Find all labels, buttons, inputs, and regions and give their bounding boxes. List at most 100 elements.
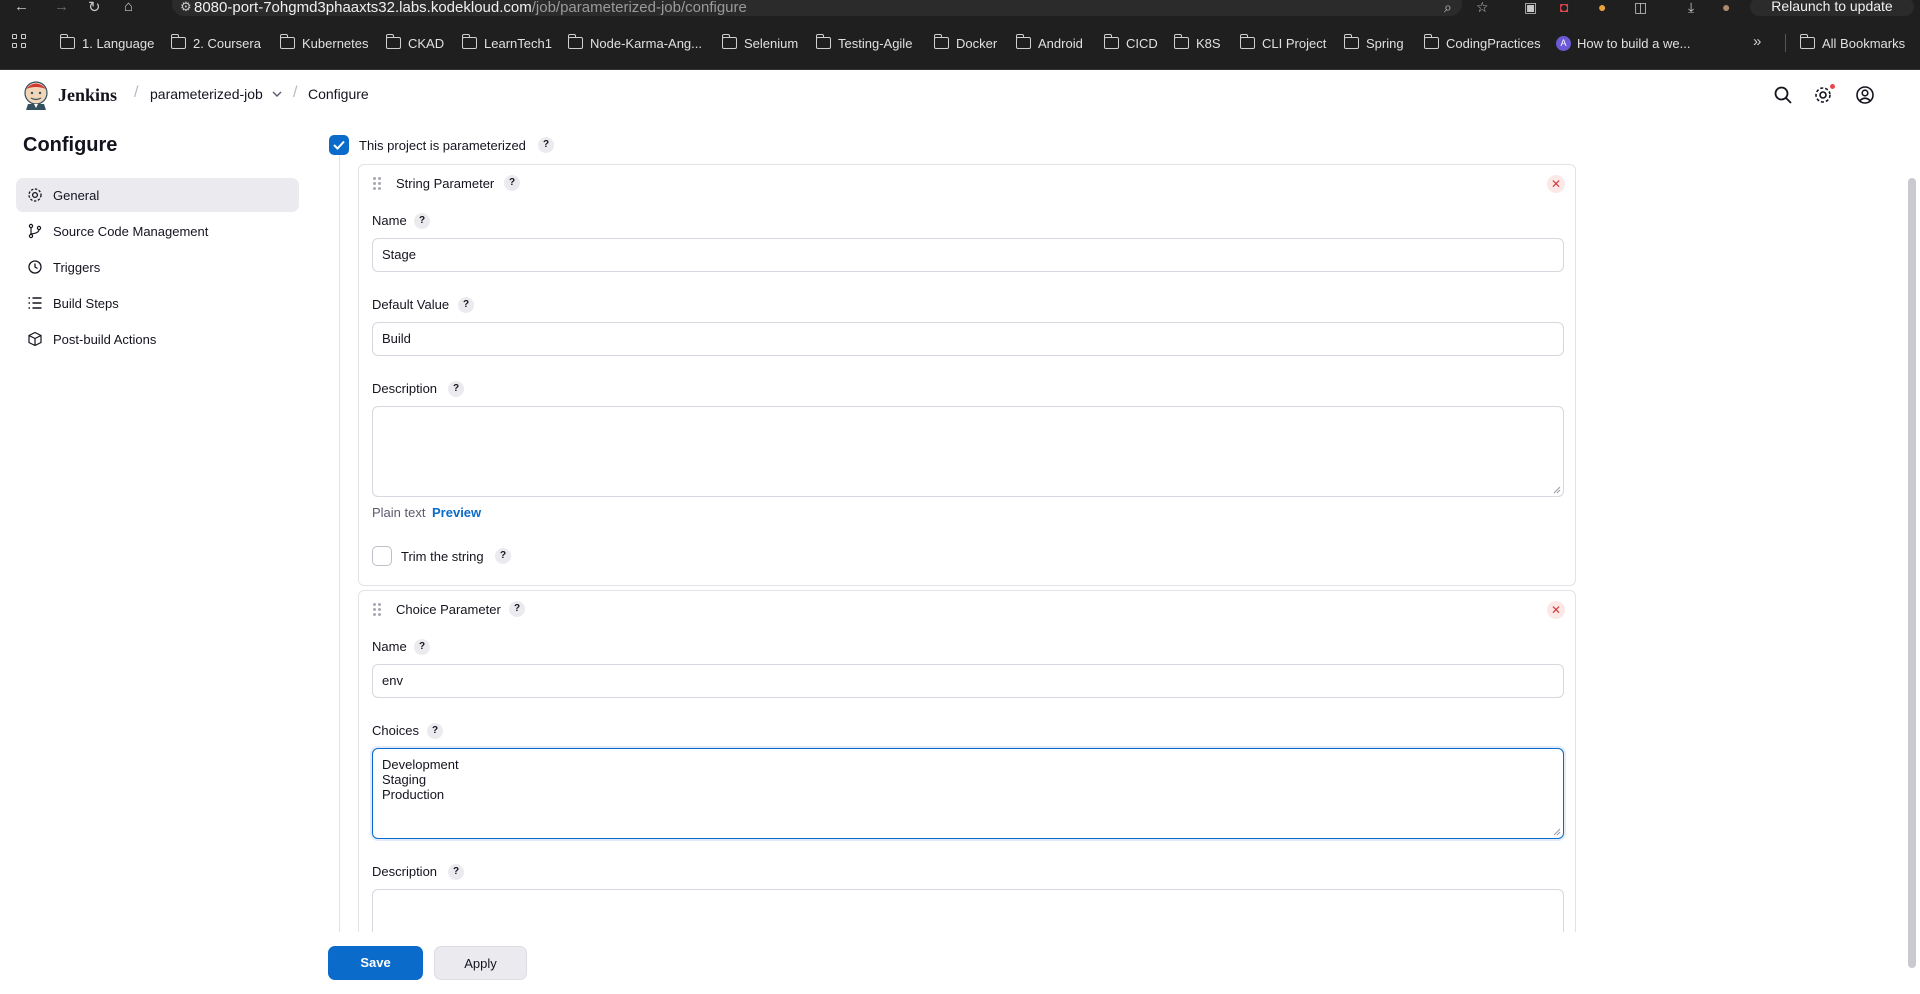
- address-bar[interactable]: ⚙ 8080-port-7ohgmd3phaaxts32.labs.kodekl…: [172, 0, 1462, 16]
- extensions-icon[interactable]: ◫: [1634, 0, 1647, 16]
- folder-icon: [170, 34, 186, 49]
- chevron-down-icon[interactable]: [272, 89, 282, 99]
- bookmark-4[interactable]: CKAD: [385, 34, 444, 51]
- sidebar-item-post-build-actions[interactable]: Post-build Actions: [16, 322, 299, 356]
- bookmark-7[interactable]: Selenium: [721, 34, 798, 51]
- browser-toolbar: ← → ↻ ⌂ ⚙ 8080-port-7ohgmd3phaaxts32.lab…: [0, 0, 1920, 16]
- forward-icon[interactable]: →: [54, 0, 69, 15]
- help-icon[interactable]: ?: [504, 175, 520, 191]
- url-path: /job/parameterized-job/configure: [531, 0, 747, 16]
- sidebar-item-triggers[interactable]: Triggers: [16, 250, 299, 284]
- pocket-extension-icon[interactable]: ◘: [1560, 0, 1568, 15]
- preview-link[interactable]: Preview: [432, 505, 481, 520]
- sidebar-item-label: General: [53, 187, 100, 203]
- url-host: 8080-port-7ohgmd3phaaxts32.labs.kodeklou…: [194, 0, 532, 16]
- bookmark-13[interactable]: CLI Project: [1239, 34, 1326, 51]
- search-icon[interactable]: [1773, 85, 1793, 105]
- camera-extension-icon[interactable]: ▣: [1524, 0, 1537, 16]
- help-icon[interactable]: ?: [538, 137, 554, 153]
- bookmark-12[interactable]: K8S: [1173, 34, 1221, 51]
- breadcrumb-separator: /: [293, 84, 298, 101]
- folder-icon: [1015, 34, 1031, 49]
- profile-avatar-icon[interactable]: ●: [1722, 0, 1730, 15]
- jenkins-brand[interactable]: Jenkins: [58, 85, 117, 106]
- relaunch-button[interactable]: Relaunch to update: [1750, 0, 1914, 16]
- page-scrollbar[interactable]: [1908, 178, 1916, 968]
- help-icon[interactable]: ?: [414, 213, 430, 229]
- reload-icon[interactable]: ↻: [88, 0, 101, 16]
- trim-string-checkbox[interactable]: [372, 546, 392, 566]
- folder-icon: [385, 34, 401, 49]
- save-button[interactable]: Save: [328, 946, 423, 980]
- site-info-icon[interactable]: ⚙: [180, 0, 192, 15]
- zoom-icon[interactable]: ⌕: [1444, 0, 1452, 16]
- bookmark-5[interactable]: LearnTech1: [461, 34, 552, 51]
- apps-grid-icon[interactable]: [12, 34, 28, 50]
- delete-choice-parameter-icon[interactable]: ✕: [1547, 601, 1565, 619]
- bookmark-star-icon[interactable]: ☆: [1476, 0, 1489, 16]
- color-extension-icon[interactable]: ●: [1598, 0, 1606, 15]
- folder-icon: [59, 34, 75, 49]
- sidebar-item-label: Build Steps: [53, 295, 119, 311]
- folder-icon: [1423, 34, 1439, 49]
- bookmark-1[interactable]: 1. Language: [59, 34, 154, 51]
- more-bookmarks-icon[interactable]: »: [1753, 33, 1761, 50]
- delete-string-parameter-icon[interactable]: ✕: [1547, 175, 1565, 193]
- back-icon[interactable]: ←: [14, 0, 29, 15]
- bookmark-10[interactable]: Android: [1015, 34, 1083, 51]
- folder-icon: [1239, 34, 1255, 49]
- breadcrumb-configure[interactable]: Configure: [308, 86, 369, 102]
- jenkins-header: Jenkins / parameterized-job / Configure: [0, 70, 1920, 120]
- bookmarks-bar: 1. Language 2. Coursera Kubernetes CKAD …: [0, 16, 1920, 70]
- drag-handle-icon[interactable]: [373, 603, 383, 616]
- folder-icon: [815, 34, 831, 49]
- bookmark-2[interactable]: 2. Coursera: [170, 34, 261, 51]
- resize-handle-icon[interactable]: [1553, 486, 1561, 494]
- string-name-input[interactable]: Stage: [372, 238, 1564, 272]
- string-description-textarea[interactable]: [372, 406, 1564, 497]
- sidebar-item-label: Post-build Actions: [53, 331, 157, 347]
- bookmark-8[interactable]: Testing-Agile: [815, 34, 912, 51]
- list-icon: [28, 297, 42, 309]
- help-icon[interactable]: ?: [448, 381, 464, 397]
- choice-description-label: Description: [372, 864, 438, 879]
- all-bookmarks[interactable]: All Bookmarks: [1799, 34, 1905, 51]
- plain-text-link[interactable]: Plain text: [372, 505, 425, 520]
- default-value-input[interactable]: Build: [372, 322, 1564, 356]
- sidebar-item-build-steps[interactable]: Build Steps: [16, 286, 299, 320]
- help-icon[interactable]: ?: [458, 297, 474, 313]
- site-favicon-icon: A: [1556, 35, 1571, 51]
- home-icon[interactable]: ⌂: [124, 0, 133, 15]
- choice-name-input[interactable]: env: [372, 664, 1564, 698]
- choices-textarea[interactable]: Development Staging Production: [372, 748, 1564, 839]
- choice-parameter-title: Choice Parameter: [396, 602, 501, 617]
- bookmark-9[interactable]: Docker: [933, 34, 997, 51]
- help-icon[interactable]: ?: [495, 548, 511, 564]
- bookmark-14[interactable]: Spring: [1343, 34, 1404, 51]
- download-icon[interactable]: ⤓: [1688, 0, 1694, 16]
- bookmark-3[interactable]: Kubernetes: [279, 34, 369, 51]
- sidebar-title: Configure: [23, 134, 118, 156]
- drag-handle-icon[interactable]: [373, 177, 383, 190]
- parameterized-checkbox[interactable]: [329, 135, 349, 155]
- help-icon[interactable]: ?: [448, 864, 464, 880]
- bookmark-6[interactable]: Node-Karma-Ang...: [567, 34, 702, 51]
- help-icon[interactable]: ?: [427, 723, 443, 739]
- user-account-icon[interactable]: [1855, 85, 1875, 105]
- bookmark-15[interactable]: CodingPractices: [1423, 34, 1541, 51]
- string-description-label: Description: [372, 381, 438, 396]
- help-icon[interactable]: ?: [414, 639, 430, 655]
- sidebar-item-general[interactable]: General: [16, 178, 299, 212]
- sidebar-item-source-code-management[interactable]: Source Code Management: [16, 214, 299, 248]
- breadcrumb-job[interactable]: parameterized-job: [150, 86, 263, 102]
- resize-handle-icon[interactable]: [1553, 828, 1561, 836]
- branch-icon: [28, 223, 42, 239]
- help-icon[interactable]: ?: [509, 601, 525, 617]
- bookmark-11[interactable]: CICD: [1103, 34, 1158, 51]
- jenkins-logo-icon[interactable]: [22, 80, 50, 110]
- apply-button[interactable]: Apply: [434, 946, 527, 980]
- bookmark-16[interactable]: A How to build a we...: [1556, 35, 1690, 51]
- sidebar-item-label: Triggers: [53, 259, 101, 275]
- folder-icon: [721, 34, 737, 49]
- cube-icon: [28, 331, 42, 347]
